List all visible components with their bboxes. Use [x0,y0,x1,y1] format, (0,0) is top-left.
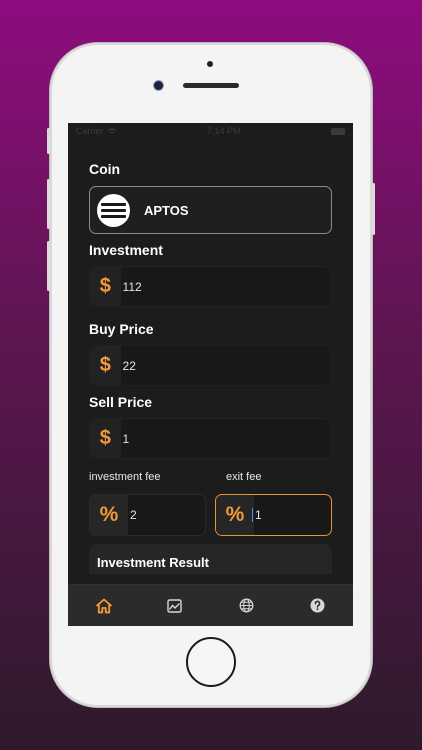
app-screen: Carrier 7:14 PM Coin APTOS Investment $ … [68,123,353,626]
buy-price-input[interactable] [120,358,331,373]
investment-fee-input[interactable] [128,508,188,522]
phone-frame: Carrier 7:14 PM Coin APTOS Investment $ … [47,43,375,707]
exit-fee-label: exit fee [226,471,262,483]
globe-icon [239,598,254,613]
sell-price-label: Sell Price [89,394,153,410]
sell-price-field[interactable]: $ [89,418,332,459]
status-bar: Carrier 7:14 PM [68,123,353,139]
volume-down-button [47,241,50,291]
help-icon [310,598,325,613]
buy-price-label: Buy Price [89,321,154,337]
result-title: Investment Result [97,555,209,570]
dollar-icon: $ [90,267,121,306]
carrier-label: Carrier [76,126,104,136]
tab-globe[interactable] [211,585,282,626]
wifi-icon [107,128,116,134]
coin-selector[interactable]: APTOS [89,186,332,234]
percent-icon: % [216,495,254,535]
tab-help[interactable] [282,585,353,626]
home-icon [95,598,112,613]
fee-labels: investment fee exit fee [89,471,332,483]
power-button [372,183,375,235]
exit-fee-field[interactable]: % [215,494,332,536]
front-camera [154,81,163,90]
sensor-dot [207,61,213,67]
coin-label: Coin [89,161,121,177]
aptos-logo-icon [97,193,130,227]
earpiece-speaker [183,83,239,88]
dollar-icon: $ [90,346,121,385]
coin-name: APTOS [144,202,189,218]
fee-row: % % [89,494,332,536]
tab-bar [68,584,353,626]
tab-home[interactable] [68,585,139,626]
investment-fee-label: investment fee [89,471,161,483]
result-card: Investment Result [89,544,332,574]
investment-field[interactable]: $ [89,266,332,307]
investment-input[interactable] [120,279,331,294]
volume-up-button [47,179,50,229]
battery-icon [330,127,345,135]
chart-icon [167,598,183,613]
investment-label: Investment [89,242,163,258]
buy-price-field[interactable]: $ [89,345,332,386]
exit-fee-input[interactable] [253,508,313,522]
sell-price-input[interactable] [120,431,331,446]
investment-fee-field[interactable]: % [89,494,206,536]
clock: 7:14 PM [206,126,241,136]
percent-icon: % [90,495,128,535]
home-button[interactable] [186,637,236,687]
tab-chart[interactable] [139,585,210,626]
side-button [47,128,50,154]
calculator-form: Coin APTOS Investment $ Buy Price $ Sell… [68,161,353,574]
dollar-icon: $ [90,419,121,458]
